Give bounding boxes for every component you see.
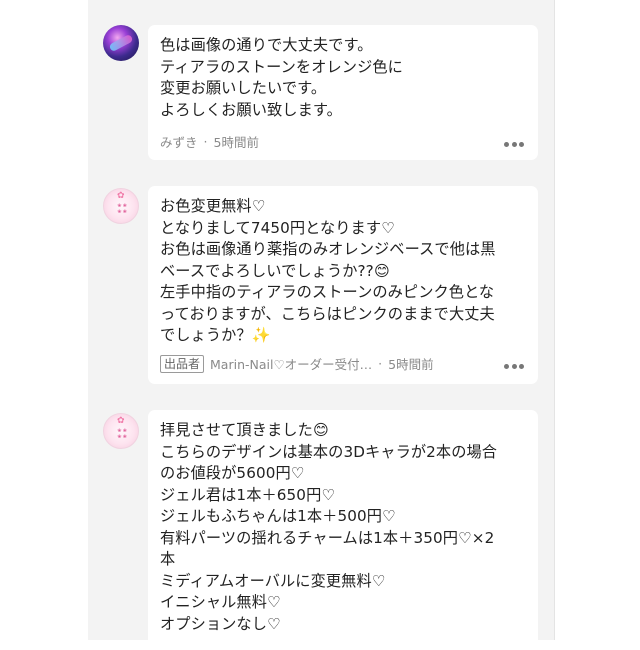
comment-meta: 出品者 Marin-Nail♡オーダー受付… · 5時間前 (160, 354, 434, 373)
comment-text: 色は画像の通りで大丈夫です。 ティアラのストーンをオレンジ色に 変更お願いしたい… (160, 36, 403, 119)
comment-time: 5時間前 (213, 135, 259, 150)
comment-text: 拝見させて頂きました😊 こちらのデザインは基本の3Dキャラが2本の場合 のお値段… (160, 421, 498, 633)
flower-icon: ✿ (117, 191, 125, 201)
comment-bubble: 拝見させて頂きました😊 こちらのデザインは基本の3Dキャラが2本の場合 のお値段… (148, 410, 538, 650)
more-dots-icon[interactable] (504, 141, 524, 147)
avatar[interactable]: ✿ ❀ ❀ ❀ ❀ (103, 413, 139, 449)
avatar[interactable] (103, 25, 139, 61)
comment-author[interactable]: みずき (160, 132, 198, 151)
flower-icon: ✿ (117, 416, 125, 426)
meta-separator: · (203, 134, 208, 149)
comment-bubble: 色は画像の通りで大丈夫です。 ティアラのストーンをオレンジ色に 変更お願いしたい… (148, 25, 538, 160)
more-dots-icon[interactable] (504, 363, 524, 369)
avatar[interactable]: ✿ ❀ ❀ ❀ ❀ (103, 188, 139, 224)
shop-logo-mark: ❀ ❀ ❀ ❀ (117, 203, 127, 215)
avatar-art (108, 33, 134, 53)
comment-text: お色変更無料♡ となりまして7450円となります♡ お色は画像通り薬指のみオレン… (160, 197, 496, 344)
comment-time: 5時間前 (388, 357, 434, 372)
seller-badge: 出品者 (160, 354, 205, 373)
comment-author[interactable]: Marin-Nail♡オーダー受付… (210, 354, 372, 373)
shop-logo-mark: ❀ ❀ ❀ ❀ (117, 428, 127, 440)
panel-edge-divider (554, 0, 555, 640)
meta-separator: · (378, 356, 383, 371)
comment-bubble: お色変更無料♡ となりまして7450円となります♡ お色は画像通り薬指のみオレン… (148, 186, 538, 384)
comment-meta: みずき · 5時間前 (160, 132, 259, 151)
